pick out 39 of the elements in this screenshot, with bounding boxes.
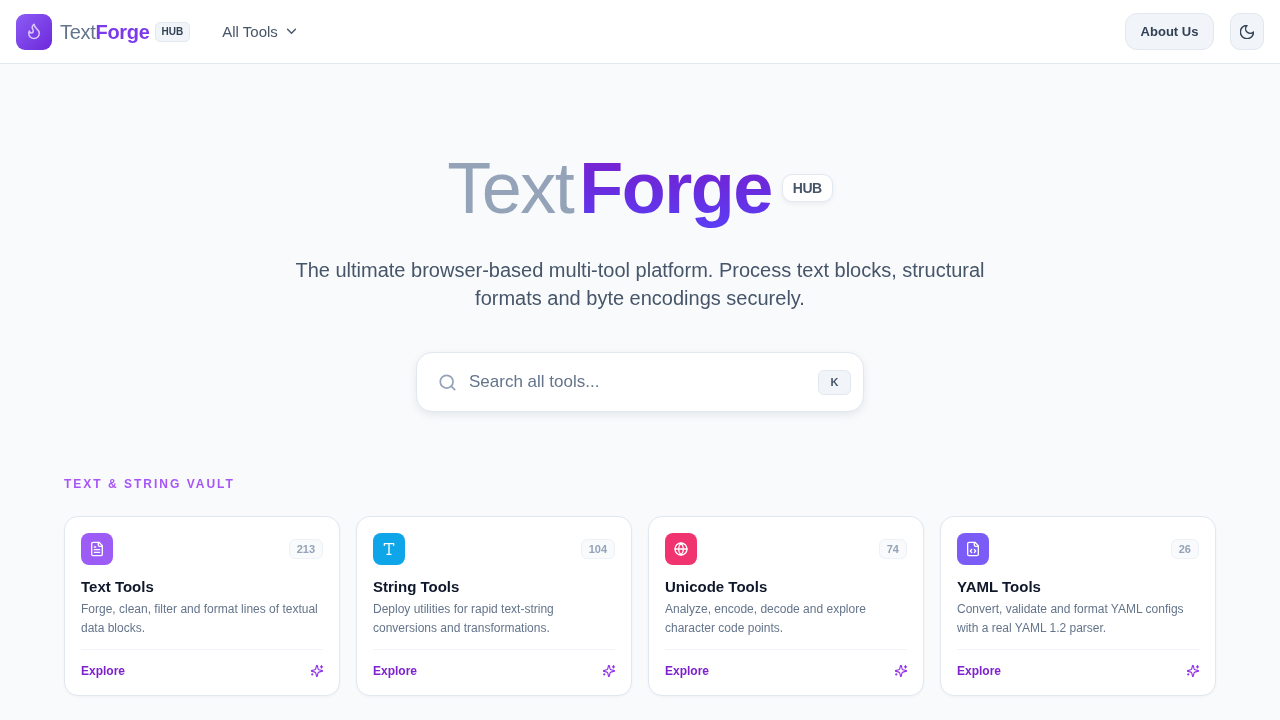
flame-logo-icon[interactable] [16,13,52,50]
tool-count: 104 [580,539,615,559]
card-description: Convert, validate and format YAML configs with a real YAML 1.2 parser. [957,601,1185,637]
card-title: Text Tools [81,577,155,597]
card-title: String Tools [373,577,461,597]
tool-count: 26 [1170,539,1199,559]
sparkles-icon [603,665,615,677]
explore-link[interactable]: Explore [665,663,709,679]
tool-count: 213 [288,539,323,559]
all-tools-menu[interactable]: All Tools [222,19,297,44]
hub-badge: HUB [154,21,191,42]
explore-link[interactable]: Explore [957,663,1001,679]
tool-card[interactable]: 74 Unicode Tools Analyze, encode, decode and explore character code points. Explore [648,516,924,696]
card-title: Unicode Tools [665,577,769,597]
explore-link[interactable]: Explore [81,663,125,679]
search-field[interactable]: Search all tools... K [416,352,864,412]
section-heading: TEXT & STRING VAULT [64,476,236,492]
search-icon [439,373,456,391]
hub-badge: HUB [781,174,833,202]
chevron-down-icon [285,28,297,35]
card-title: YAML Tools [957,577,1042,597]
sparkles-icon [895,665,907,677]
shortcut-key: K [818,369,851,395]
sparkles-icon [1187,665,1199,677]
about-us-button[interactable]: About Us [1125,13,1214,50]
tool-card[interactable]: 26 YAML Tools Convert, validate and format YAML configs with a real YAML 1.2 parser. Explore [940,516,1216,696]
brand-name[interactable]: TextForge [60,19,150,44]
moon-icon [1240,24,1254,39]
tool-count: 74 [878,539,907,559]
explore-link[interactable]: Explore [373,663,417,679]
tool-card[interactable]: 213 Text Tools Forge, clean, filter and format lines of textual data blocks. Explore [64,516,340,696]
tool-card[interactable]: 104 String Tools Deploy utilities for rapid text-string conversions and transformations. Explore [356,516,632,696]
card-description: Forge, clean, filter and format lines of textual data blocks. [81,601,319,637]
search-input[interactable]: Search all tools... [469,370,810,394]
card-description: Analyze, encode, decode and explore character code points. [665,601,867,637]
hero-subtitle: The ultimate browser-based multi-tool platform. Process text blocks, structural formats and byte encodings securely. [294,258,986,311]
sparkles-icon [311,665,323,677]
theme-toggle-button[interactable] [1230,13,1264,50]
card-description: Deploy utilities for rapid text-string conversions and transformations. [373,601,555,637]
